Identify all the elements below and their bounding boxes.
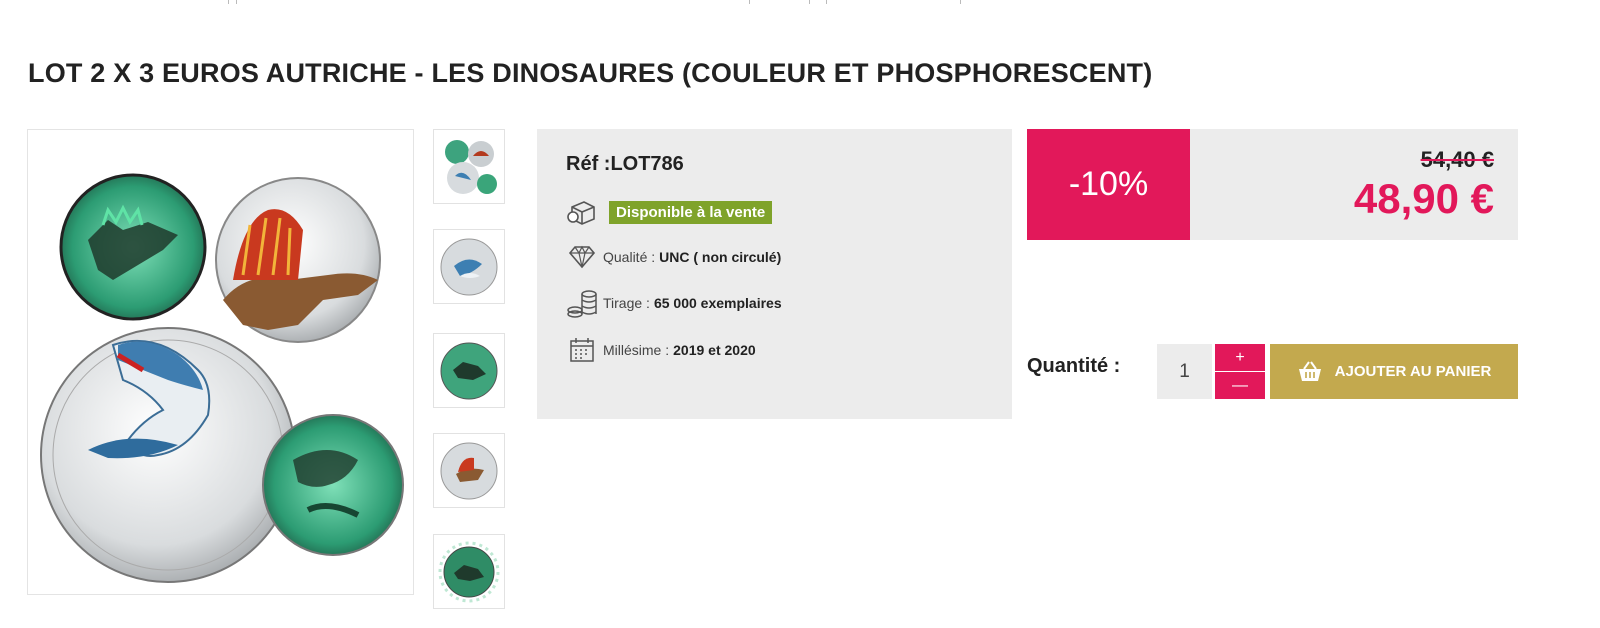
thumbnail-3[interactable]: [433, 333, 505, 408]
year-value: 2019 et 2020: [673, 342, 756, 358]
product-title: LOT 2 X 3 EUROS AUTRICHE - LES DINOSAURE…: [28, 58, 1153, 88]
quality-label: Qualité :: [603, 249, 656, 265]
thumbnail-4[interactable]: [433, 433, 505, 508]
diamond-icon: [565, 242, 599, 272]
product-reference: Réf :LOT786: [566, 153, 684, 175]
year-label: Millésime :: [603, 342, 670, 358]
new-price: 48,90 €: [1353, 175, 1494, 222]
product-info-panel: Réf :LOT786 Disponible à la vente Qualit…: [537, 129, 1012, 419]
quality-value: UNC ( non circulé): [659, 249, 782, 265]
thumbnail-1[interactable]: [433, 129, 505, 204]
quantity-label: Quantité :: [1027, 355, 1121, 377]
quality-row: Qualité : UNC ( non circulé): [565, 242, 781, 272]
discount-badge: -10%: [1027, 129, 1190, 240]
price-panel: -10% 54,40 € 48,90 €: [1027, 129, 1518, 240]
availability-row: Disponible à la vente: [565, 197, 773, 227]
year-row: Millésime : 2019 et 2020: [565, 335, 756, 365]
mintage-row: Tirage : 65 000 exemplaires: [565, 288, 782, 318]
old-price: 54,40 €: [1420, 147, 1494, 172]
main-product-image[interactable]: [27, 129, 414, 595]
quantity-plus-button[interactable]: +: [1215, 344, 1265, 371]
quantity-input[interactable]: [1157, 344, 1212, 399]
thumbnail-2[interactable]: [433, 229, 505, 304]
coins-icon: [565, 288, 599, 318]
add-to-cart-button[interactable]: AJOUTER AU PANIER: [1270, 344, 1518, 399]
quantity-minus-button[interactable]: —: [1215, 372, 1265, 399]
availability-badge: Disponible à la vente: [609, 200, 773, 224]
top-navigation-remnant: [0, 0, 1600, 6]
mintage-label: Tirage :: [603, 295, 650, 311]
box-icon: [565, 197, 599, 227]
add-to-cart-label: AJOUTER AU PANIER: [1334, 363, 1492, 380]
calendar-icon: [565, 335, 599, 365]
thumbnail-5[interactable]: [433, 534, 505, 609]
mintage-value: 65 000 exemplaires: [653, 295, 782, 311]
basket-icon: [1297, 360, 1323, 383]
